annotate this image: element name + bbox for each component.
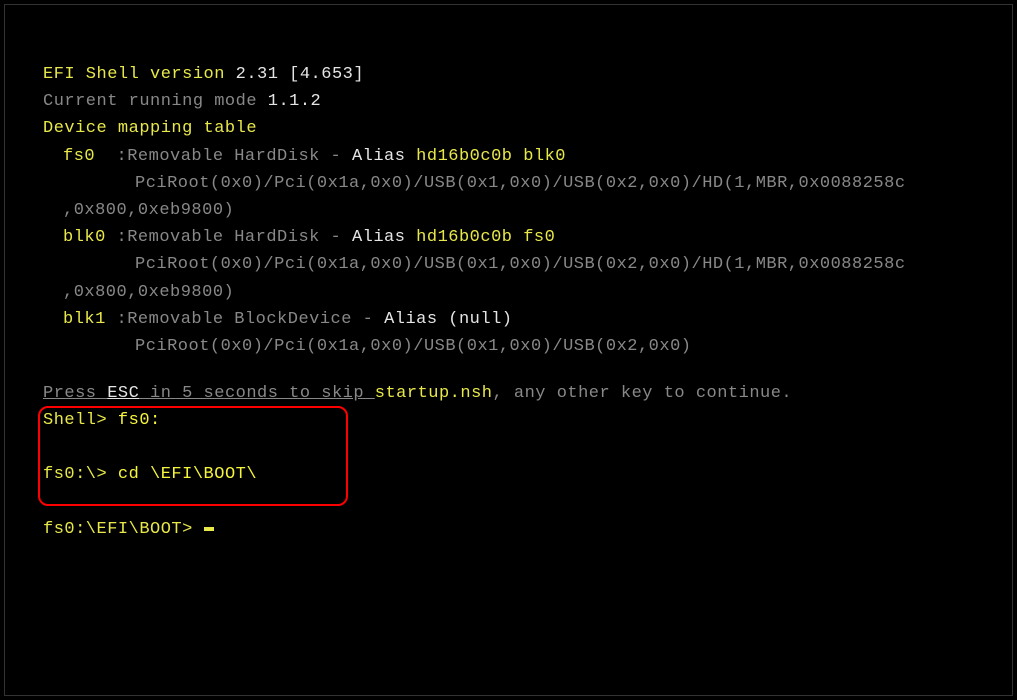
device-blk1-line: blk1 :Removable BlockDevice - Alias (nul… <box>43 306 974 333</box>
shell-version-label: EFI Shell version <box>43 65 236 84</box>
device-blk1-name: blk1 <box>63 310 117 329</box>
escape-esc-key: ESC <box>107 384 139 403</box>
device-blk0-name: blk0 <box>63 228 117 247</box>
escape-p1: Press <box>43 384 107 403</box>
device-mapping-header: Device mapping table <box>43 115 974 142</box>
running-mode-label: Current running mode <box>43 92 268 111</box>
device-blk0-path2: ,0x800,0xeb9800) <box>43 279 974 306</box>
escape-p2: in 5 seconds to skip <box>139 384 374 403</box>
shell-command-2: fs0:\> cd \EFI\BOOT\ <box>43 461 974 488</box>
device-blk1-alias-label: Alias <box>384 310 448 329</box>
shell-version-value: 2.31 [4.653] <box>236 65 364 84</box>
escape-p3: , any other key to continue. <box>492 384 792 403</box>
device-fs0-line: fs0 :Removable HardDisk - Alias hd16b0c0… <box>43 143 974 170</box>
device-fs0-desc: :Removable HardDisk - <box>117 147 352 166</box>
device-fs0-path: PciRoot(0x0)/Pci(0x1a,0x0)/USB(0x1,0x0)/… <box>43 170 974 197</box>
running-mode-line: Current running mode 1.1.2 <box>43 88 974 115</box>
shell-cmd1: fs0: <box>118 411 161 430</box>
device-blk0-path: PciRoot(0x0)/Pci(0x1a,0x0)/USB(0x1,0x0)/… <box>43 251 974 278</box>
cursor-icon <box>204 527 214 531</box>
device-fs0-path2: ,0x800,0xeb9800) <box>43 197 974 224</box>
escape-filename: startup.nsh <box>375 384 493 403</box>
device-fs0-alias-label: Alias <box>352 147 416 166</box>
shell-cmd2: cd \EFI\BOOT\ <box>118 465 257 484</box>
device-fs0-name: fs0 <box>63 147 117 166</box>
device-fs0-alias-values: hd16b0c0b blk0 <box>416 147 566 166</box>
device-blk0-alias-values: hd16b0c0b fs0 <box>416 228 555 247</box>
shell-prompt: Shell> <box>43 411 118 430</box>
device-blk1-alias-values: (null) <box>448 310 512 329</box>
escape-message: Press ESC in 5 seconds to skip startup.n… <box>43 380 974 407</box>
shell-current-prompt[interactable]: fs0:\EFI\BOOT> <box>43 516 974 543</box>
device-blk1-desc: :Removable BlockDevice - <box>117 310 385 329</box>
running-mode-value: 1.1.2 <box>268 92 322 111</box>
device-blk0-alias-label: Alias <box>352 228 416 247</box>
terminal-window[interactable]: EFI Shell version 2.31 [4.653] Current r… <box>4 4 1013 696</box>
device-blk1-path: PciRoot(0x0)/Pci(0x1a,0x0)/USB(0x1,0x0)/… <box>43 333 974 360</box>
shell-version-line: EFI Shell version 2.31 [4.653] <box>43 61 974 88</box>
device-blk0-desc: :Removable HardDisk - <box>117 228 352 247</box>
boot-prompt: fs0:\EFI\BOOT> <box>43 520 204 539</box>
device-blk0-line: blk0 :Removable HardDisk - Alias hd16b0c… <box>43 224 974 251</box>
fs0-prompt: fs0:\> <box>43 465 118 484</box>
shell-command-1: Shell> fs0: <box>43 407 974 434</box>
